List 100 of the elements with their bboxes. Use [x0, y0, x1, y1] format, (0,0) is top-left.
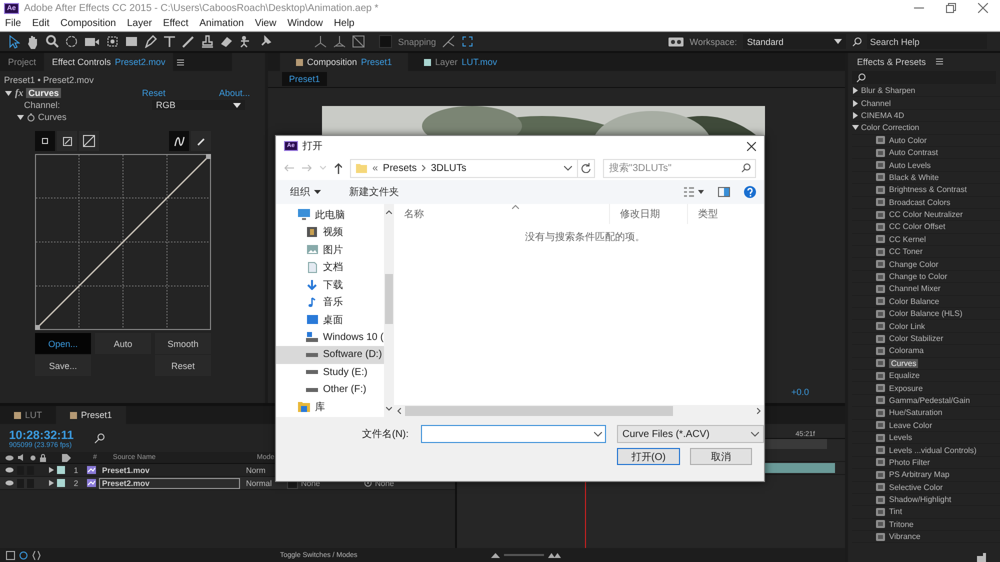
menu-item[interactable]: File: [5, 18, 22, 29]
preset-list-item[interactable]: CC Kernel: [889, 234, 926, 244]
nav-item[interactable]: 下载: [276, 276, 384, 294]
snapping-checkbox[interactable]: [379, 35, 392, 48]
expand-triangle-icon[interactable]: [5, 90, 12, 96]
timecode[interactable]: 10:28:32:11: [9, 428, 74, 442]
expand-triangle-icon[interactable]: [852, 87, 859, 94]
effect-name[interactable]: Curves: [26, 88, 61, 98]
column-header[interactable]: 修改日期: [609, 204, 687, 224]
scroll-left-icon[interactable]: [397, 408, 401, 414]
nav-item[interactable]: 视频: [276, 224, 384, 241]
pen-tool-icon[interactable]: [144, 35, 157, 48]
search-field[interactable]: 搜索"3DLUTs": [602, 158, 756, 178]
lock-icon[interactable]: [40, 454, 46, 462]
snap-icon[interactable]: [442, 35, 456, 48]
pan-behind-icon[interactable]: [106, 35, 119, 48]
file-type-dropdown[interactable]: Curve Files (*.ACV): [617, 425, 764, 443]
preset-list-item[interactable]: CC Color Offset: [889, 222, 946, 232]
scrollbar[interactable]: [394, 405, 764, 417]
preset-list-item[interactable]: PS Arbitrary Map: [889, 470, 950, 480]
preset-list-item[interactable]: Black & White: [889, 172, 939, 182]
nav-item[interactable]: 此电脑: [276, 206, 384, 224]
effects-search-field[interactable]: [852, 71, 996, 84]
panel-tab[interactable]: Preset1: [56, 406, 126, 424]
search-help-field[interactable]: Search Help: [867, 34, 987, 49]
nav-item[interactable]: Study (E:): [276, 364, 384, 381]
filename-field[interactable]: [420, 425, 606, 443]
nav-item[interactable]: Windows 10 (: [276, 328, 384, 346]
camera-icon[interactable]: [84, 36, 100, 48]
label-icon[interactable]: [62, 454, 71, 462]
type-tool-icon[interactable]: [163, 35, 176, 48]
fx-badge[interactable]: fx: [15, 88, 24, 98]
flow-icon[interactable]: [19, 550, 28, 560]
column-header[interactable]: 类型: [687, 204, 718, 224]
graph-size-icon[interactable]: [35, 131, 55, 151]
preset-list-item[interactable]: Broadcast Colors: [889, 198, 950, 207]
layer-name[interactable]: Preset1.mov: [99, 464, 240, 476]
curve-button[interactable]: Open...: [35, 333, 91, 354]
nav-item[interactable]: 桌面: [276, 311, 384, 328]
close-icon[interactable]: [747, 142, 756, 150]
view-axis-icon[interactable]: [352, 35, 365, 48]
curve-graph[interactable]: [35, 154, 211, 330]
axis-icon[interactable]: [314, 35, 327, 48]
pick-whip-icon[interactable]: [364, 479, 372, 487]
expand-triangle-icon[interactable]: [49, 480, 54, 486]
zoom-in-icon[interactable]: [548, 552, 562, 558]
caret-icon[interactable]: [314, 190, 321, 194]
exposure-value[interactable]: +0.0: [791, 387, 809, 397]
stamp-icon[interactable]: [201, 35, 214, 48]
pencil-icon[interactable]: [191, 131, 211, 151]
search-icon[interactable]: [94, 432, 106, 444]
preset-list-item[interactable]: Selective Color: [889, 482, 943, 492]
up-icon[interactable]: [334, 162, 342, 174]
menu-item[interactable]: View: [254, 18, 276, 29]
view-tab[interactable]: Preset1: [282, 72, 328, 86]
comp-icon[interactable]: [6, 550, 15, 560]
category-folder[interactable]: Color Correction: [861, 123, 920, 132]
preset-list-item[interactable]: Channel Mixer: [889, 284, 941, 294]
new-bin-icon[interactable]: [977, 552, 986, 562]
label-swatch[interactable]: [57, 466, 65, 474]
brackets-icon[interactable]: [32, 550, 41, 560]
minimize-icon[interactable]: [914, 7, 924, 9]
refresh-icon[interactable]: [581, 163, 592, 173]
close-icon[interactable]: [978, 3, 988, 13]
panel-tab[interactable]: Project: [0, 53, 44, 71]
preset-list-item[interactable]: Equalize: [889, 371, 920, 380]
preset-list-item[interactable]: Auto Levels: [889, 160, 931, 170]
primary-button[interactable]: 打开(O): [617, 448, 680, 465]
nav-item[interactable]: 图片: [276, 241, 384, 258]
menu-item[interactable]: Layer: [126, 18, 152, 29]
workspace-icon[interactable]: [668, 36, 684, 46]
scroll-thumb[interactable]: [385, 274, 393, 324]
preset-list-item[interactable]: Change Color: [889, 260, 938, 269]
panel-menu-icon[interactable]: [936, 58, 943, 65]
address-bar[interactable]: « Presets 3DLUTs: [350, 158, 578, 178]
curve-button[interactable]: Save...: [35, 355, 91, 376]
search-icon[interactable]: [741, 162, 751, 172]
category-folder[interactable]: Blur & Sharpen: [861, 86, 916, 96]
menu-item[interactable]: Composition: [60, 18, 116, 29]
preset-list-item[interactable]: Brightness & Contrast: [889, 185, 967, 194]
preset-list-item[interactable]: Color Link: [889, 322, 926, 331]
preset-list-item[interactable]: Tritone: [889, 520, 914, 529]
graph-size-icon[interactable]: [79, 131, 99, 151]
preset-list-item[interactable]: Leave Color: [889, 420, 932, 430]
curve-button[interactable]: Auto: [95, 333, 151, 354]
mode-dropdown[interactable]: Normal: [246, 478, 284, 488]
zoom-icon[interactable]: [46, 35, 59, 48]
preset-list-item[interactable]: Photo Filter: [889, 458, 930, 467]
rotate-tool-icon[interactable]: [65, 35, 78, 48]
new-folder-button[interactable]: 新建文件夹: [349, 185, 399, 199]
preset-list-item[interactable]: Curves: [889, 358, 918, 368]
preset-list-item[interactable]: Levels ...vidual Controls): [889, 446, 977, 455]
expand-triangle-icon[interactable]: [852, 112, 859, 119]
label-swatch[interactable]: [57, 479, 65, 487]
scrollbar[interactable]: [384, 204, 394, 417]
preset-list-item[interactable]: Vibrance: [889, 532, 920, 542]
graph-size-icon[interactable]: [57, 131, 77, 151]
panel-tab[interactable]: LUT: [0, 406, 56, 424]
panel-tab[interactable]: Composition Preset1: [280, 53, 408, 71]
menu-item[interactable]: Animation: [199, 18, 244, 29]
